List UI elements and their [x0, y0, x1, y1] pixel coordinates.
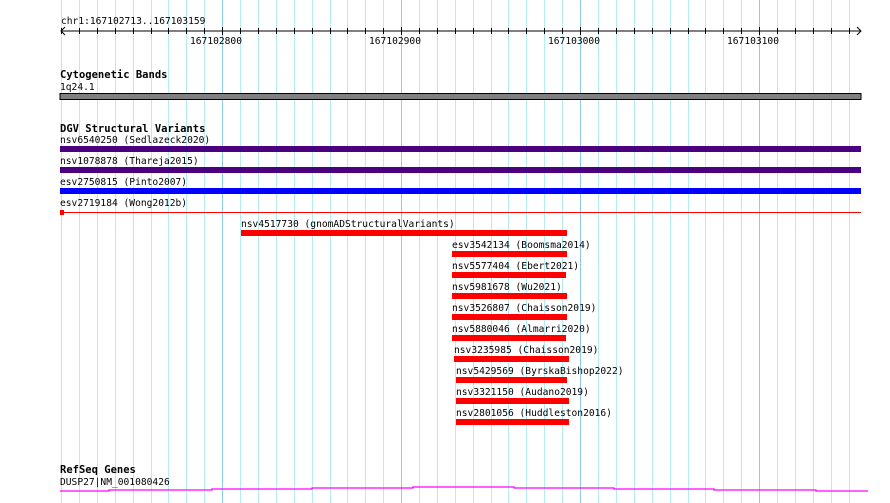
- tracks-canvas: chr1:167102713..167103159 167102800 1671…: [59, 16, 868, 492]
- variant-feature[interactable]: nsv3235985 (Chaisson2019): [454, 345, 598, 362]
- variant-feature[interactable]: nsv4517730 (gnomADStructuralVariants): [241, 219, 567, 236]
- ruler: chr1:167102713..167103159 167102800 1671…: [60, 16, 862, 47]
- variant-feature[interactable]: nsv5981678 (Wu2021): [452, 282, 567, 299]
- variant-label: nsv4517730 (gnomADStructuralVariants): [241, 219, 455, 230]
- variant-bar[interactable]: [452, 251, 567, 257]
- variant-label: nsv3526807 (Chaisson2019): [452, 303, 596, 314]
- feature-label: 1q24.1: [60, 82, 95, 93]
- variant-bar[interactable]: [456, 419, 569, 425]
- gene-feature[interactable]: [60, 486, 868, 492]
- variant-bar[interactable]: [452, 335, 566, 341]
- track-refseq-genes[interactable]: RefSeq Genes DUSP27|NM_001080426: [60, 464, 868, 492]
- track-title: Cytogenetic Bands: [60, 69, 167, 81]
- variant-label: nsv5981678 (Wu2021): [452, 282, 562, 293]
- variant-label: nsv2801056 (Huddleston2016): [456, 408, 612, 419]
- variant-label: esv3542134 (Boomsma2014): [452, 240, 591, 251]
- variant-bar[interactable]: [452, 272, 566, 278]
- variant-feature[interactable]: nsv5880046 (Almarri2020): [452, 324, 591, 341]
- variant-label: esv2719184 (Wong2012b): [60, 198, 187, 209]
- variant-label: nsv1078878 (Thareja2015): [60, 156, 199, 167]
- variant-bar[interactable]: [452, 293, 567, 299]
- variant-label: nsv5880046 (Almarri2020): [452, 324, 591, 335]
- variant-feature[interactable]: esv2719184 (Wong2012b): [60, 198, 861, 215]
- track-title: DGV Structural Variants: [60, 123, 205, 135]
- variant-feature[interactable]: nsv5577404 (Ebert2021): [452, 261, 579, 278]
- variant-feature[interactable]: nsv3526807 (Chaisson2019): [452, 303, 596, 320]
- variant-bar[interactable]: [60, 167, 861, 173]
- variant-bar[interactable]: [456, 377, 567, 383]
- variant-bar[interactable]: [456, 398, 569, 404]
- variant-bar[interactable]: [452, 314, 567, 320]
- tick-label: 167102800: [190, 36, 242, 47]
- tick-label: 167103000: [548, 36, 600, 47]
- variant-label: nsv5429569 (ByrskaBishop2022): [456, 366, 624, 377]
- variant-feature[interactable]: nsv6540250 (Sedlazeck2020): [60, 135, 861, 152]
- variant-bar[interactable]: [454, 356, 569, 362]
- variant-bar[interactable]: [60, 146, 861, 152]
- tick-label: 167102900: [369, 36, 421, 47]
- feature-label: DUSP27|NM_001080426: [60, 477, 170, 488]
- variant-feature[interactable]: esv3542134 (Boomsma2014): [452, 240, 591, 257]
- track-title: RefSeq Genes: [60, 464, 136, 476]
- variant-feature[interactable]: nsv1078878 (Thareja2015): [60, 156, 861, 173]
- variant-label: nsv3321150 (Audano2019): [456, 387, 589, 398]
- variant-feature[interactable]: nsv2801056 (Huddleston2016): [456, 408, 612, 425]
- track-cytogenetic-bands[interactable]: Cytogenetic Bands 1q24.1: [59, 69, 862, 100]
- variant-bar[interactable]: [60, 188, 861, 194]
- variant-feature[interactable]: esv2750815 (Pinto2007): [60, 177, 861, 194]
- genome-browser-view[interactable]: chr1:167102713..167103159 167102800 1671…: [0, 0, 890, 503]
- variant-feature[interactable]: nsv3321150 (Audano2019): [456, 387, 589, 404]
- variant-feature[interactable]: nsv5429569 (ByrskaBishop2022): [456, 366, 624, 383]
- variant-label: esv2750815 (Pinto2007): [60, 177, 187, 188]
- cytoband-feature[interactable]: [59, 93, 862, 100]
- location-label: chr1:167102713..167103159: [61, 16, 206, 27]
- variant-marker: [60, 210, 64, 215]
- variant-bar[interactable]: [241, 230, 567, 236]
- variant-label: nsv5577404 (Ebert2021): [452, 261, 579, 272]
- track-dgv-structural-variants[interactable]: DGV Structural Variants nsv6540250 (Sedl…: [60, 123, 861, 425]
- tick-label: 167103100: [727, 36, 779, 47]
- variant-label: nsv3235985 (Chaisson2019): [454, 345, 598, 356]
- variant-label: nsv6540250 (Sedlazeck2020): [60, 135, 210, 146]
